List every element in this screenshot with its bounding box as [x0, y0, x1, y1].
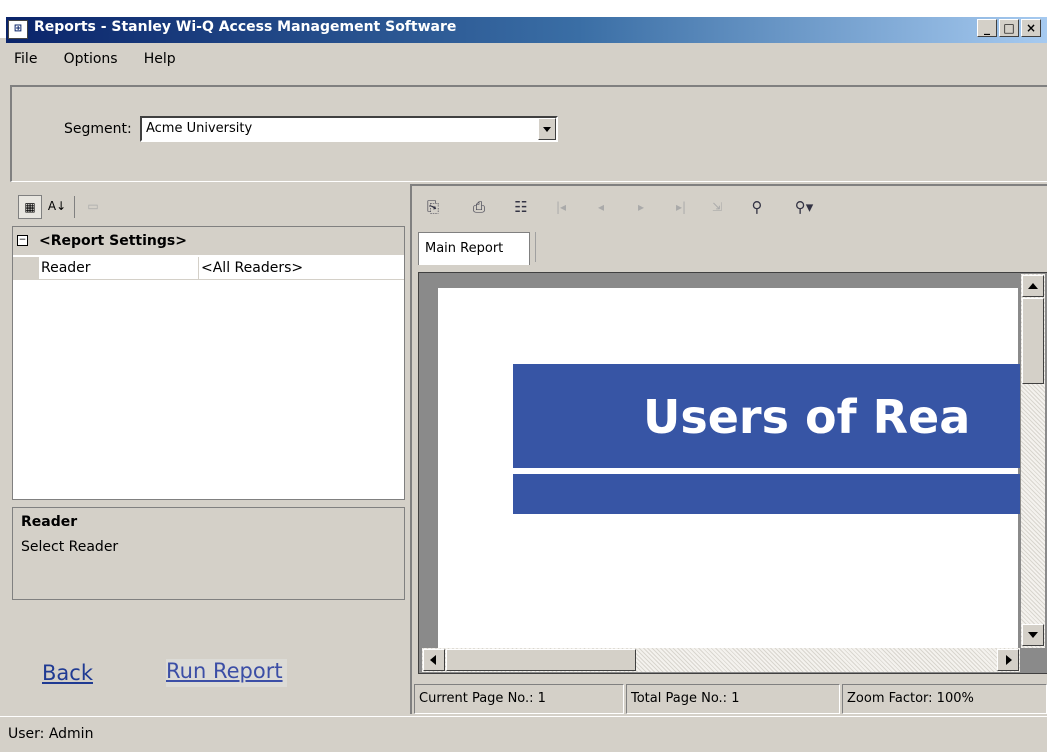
property-pages-icon[interactable]: ▭ [82, 195, 104, 217]
segment-label: Segment: [64, 121, 132, 137]
status-bar: User: Admin [0, 716, 1047, 752]
scroll-right-icon[interactable] [997, 649, 1019, 671]
app-icon[interactable]: ⊞ [8, 20, 28, 39]
property-help-panel: Reader Select Reader [12, 507, 405, 600]
previous-page-icon[interactable]: ◂ [588, 193, 614, 221]
last-page-icon[interactable]: ▸| [668, 193, 694, 221]
report-title: Users of Rea [643, 390, 971, 444]
group-tree-icon[interactable]: ☷ [508, 193, 534, 221]
scroll-up-icon[interactable] [1022, 275, 1044, 297]
property-row-reader[interactable]: Reader <All Readers> [13, 257, 404, 280]
menu-file-label: File [14, 51, 38, 67]
report-subtitle-banner [513, 474, 1020, 514]
zoom-factor-status: Zoom Factor: 100% [842, 684, 1047, 714]
viewer-status-bar: Current Page No.: 1 Total Page No.: 1 Zo… [414, 684, 1047, 714]
help-description: Select Reader [21, 539, 119, 555]
help-title: Reader [21, 514, 78, 530]
menu-bar: File Options Help [6, 51, 190, 77]
close-button[interactable]: × [1021, 19, 1041, 37]
current-page-status: Current Page No.: 1 [414, 684, 624, 714]
title-bar: ⊞ Reports - Stanley Wi-Q Access Manageme… [0, 0, 1047, 43]
run-report-link[interactable]: Run Report [166, 659, 287, 687]
menu-file[interactable]: File [14, 51, 37, 67]
row-gutter [13, 257, 39, 279]
property-grid-toolbar: ▦ A↓ ▭ [12, 190, 410, 224]
categorized-icon[interactable]: ▦ [18, 195, 42, 219]
maximize-button[interactable]: □ [999, 19, 1019, 37]
property-name: Reader [41, 260, 91, 276]
go-to-page-icon[interactable]: ⇲ [704, 193, 730, 221]
category-header[interactable]: − <Report Settings> [13, 227, 404, 255]
alphabetical-sort-icon[interactable]: A↓ [46, 195, 68, 217]
collapse-icon[interactable]: − [17, 235, 28, 246]
report-title-banner: Users of Rea [513, 364, 1020, 468]
back-link[interactable]: Back [42, 661, 93, 685]
scroll-down-icon[interactable] [1022, 624, 1044, 646]
toolbar-divider [74, 196, 75, 218]
property-grid: − <Report Settings> Reader <All Readers> [12, 226, 405, 500]
horizontal-scrollbar[interactable] [422, 648, 1020, 672]
window-title: Reports - Stanley Wi-Q Access Management… [34, 19, 457, 35]
tab-main-report[interactable]: Main Report [418, 232, 530, 265]
vertical-scrollbar[interactable] [1021, 274, 1045, 648]
user-status: User: Admin [8, 726, 94, 742]
menu-help-label: Help [143, 51, 176, 67]
vertical-scroll-thumb[interactable] [1022, 298, 1044, 384]
property-value[interactable]: <All Readers> [201, 260, 303, 276]
viewer-toolbar: ⎘ ⎙ ☷ |◂ ◂ ▸ ▸| ⇲ ⚲ ⚲▾ [420, 193, 1040, 223]
tab-divider [535, 232, 536, 262]
menu-options-label: Options [63, 51, 118, 67]
menu-options[interactable]: Options [64, 51, 118, 67]
minimize-button[interactable]: _ [977, 19, 997, 37]
first-page-icon[interactable]: |◂ [548, 193, 574, 221]
report-page [438, 288, 1018, 650]
export-icon[interactable]: ⎘ [420, 193, 446, 221]
menu-help[interactable]: Help [144, 51, 176, 67]
print-icon[interactable]: ⎙ [466, 193, 492, 221]
search-icon[interactable]: ⚲ [744, 193, 770, 221]
column-divider [198, 257, 199, 279]
chevron-down-icon[interactable] [538, 118, 556, 140]
next-page-icon[interactable]: ▸ [628, 193, 654, 221]
total-page-status: Total Page No.: 1 [626, 684, 840, 714]
segment-value: Acme University [146, 121, 253, 136]
tab-main-report-label: Main Report [425, 241, 504, 256]
horizontal-scroll-thumb[interactable] [446, 649, 636, 671]
zoom-icon[interactable]: ⚲▾ [784, 193, 824, 221]
scroll-left-icon[interactable] [423, 649, 445, 671]
category-label: <Report Settings> [39, 233, 187, 249]
segment-dropdown[interactable]: Acme University [140, 116, 558, 142]
